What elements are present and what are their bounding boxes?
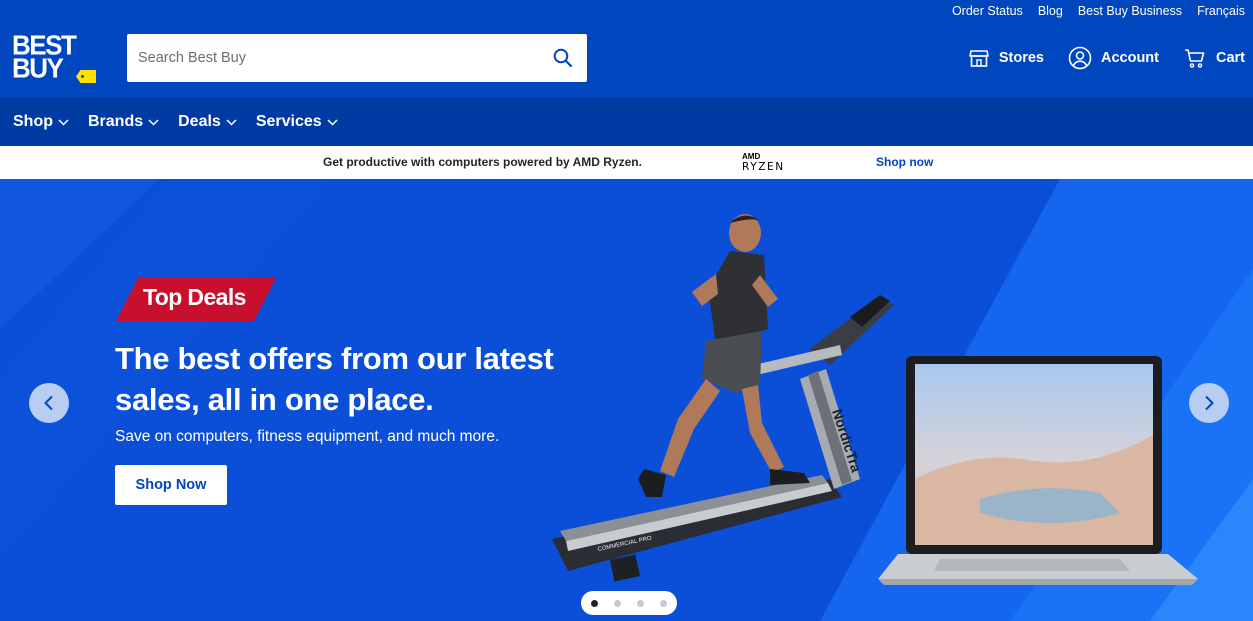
stores-button[interactable]: Stores bbox=[968, 44, 1044, 72]
nav-deals[interactable]: Deals bbox=[178, 113, 237, 131]
carousel-dot-4[interactable] bbox=[660, 599, 667, 607]
main-nav: Shop Brands Deals Services bbox=[0, 98, 1253, 146]
promo-text: Get productive with computers powered by… bbox=[323, 155, 642, 169]
account-icon bbox=[1068, 46, 1092, 70]
account-button[interactable]: Account bbox=[1068, 44, 1159, 72]
language-francais-link[interactable]: Français bbox=[1197, 3, 1245, 19]
nav-deals-label: Deals bbox=[178, 113, 221, 130]
hero-carousel: NordicTra COMMERCIAL PRO Top Deals The b… bbox=[0, 179, 1253, 621]
order-status-link[interactable]: Order Status bbox=[952, 3, 1023, 19]
nav-shop[interactable]: Shop bbox=[13, 113, 69, 131]
nav-brands[interactable]: Brands bbox=[88, 113, 159, 131]
promo-shop-now-link[interactable]: Shop now bbox=[876, 155, 933, 169]
blog-link[interactable]: Blog bbox=[1038, 3, 1063, 19]
utility-nav: Order Status Blog Best Buy Business Fran… bbox=[937, 3, 1245, 19]
hero-headline: The best offers from our latest sales, a… bbox=[115, 341, 554, 417]
cart-icon bbox=[1184, 49, 1205, 68]
best-buy-business-link[interactable]: Best Buy Business bbox=[1078, 3, 1182, 19]
search-box bbox=[127, 34, 587, 82]
hero-subline: Save on computers, fitness equipment, an… bbox=[115, 428, 500, 445]
carousel-dot-2[interactable] bbox=[614, 599, 621, 607]
search-input[interactable] bbox=[127, 34, 539, 82]
carousel-prev-button[interactable] bbox=[29, 383, 69, 423]
ryzen-logo-text: RYZEN bbox=[742, 161, 785, 173]
chevron-down-icon bbox=[327, 118, 338, 126]
nav-services[interactable]: Services bbox=[256, 113, 338, 131]
carousel-dot-3[interactable] bbox=[637, 599, 644, 607]
chevron-down-icon bbox=[58, 118, 69, 126]
hero-shop-now-button[interactable]: Shop Now bbox=[115, 465, 227, 505]
chevron-left-icon bbox=[44, 395, 53, 411]
header-links: Stores Account Cart bbox=[944, 44, 1245, 72]
stores-label: Stores bbox=[998, 50, 1044, 66]
store-icon bbox=[969, 50, 989, 67]
cart-label: Cart bbox=[1215, 50, 1245, 66]
site-header: Order Status Blog Best Buy Business Fran… bbox=[0, 0, 1253, 98]
nav-services-label: Services bbox=[255, 113, 322, 130]
search-icon[interactable] bbox=[539, 34, 587, 82]
nav-shop-label: Shop bbox=[13, 113, 53, 130]
chevron-down-icon bbox=[226, 118, 237, 126]
chevron-down-icon bbox=[148, 118, 159, 126]
carousel-dot-1[interactable] bbox=[591, 599, 598, 607]
promo-banner: Get productive with computers powered by… bbox=[0, 146, 1253, 179]
cart-button[interactable]: Cart bbox=[1183, 44, 1245, 72]
chevron-right-icon bbox=[1205, 395, 1214, 411]
top-deals-badge-label: Top Deals bbox=[143, 284, 246, 310]
amd-logo-text: AMD bbox=[742, 152, 761, 161]
best-buy-logo[interactable]: BEST BUY bbox=[12, 31, 96, 86]
carousel-next-button[interactable] bbox=[1189, 383, 1229, 423]
nav-brands-label: Brands bbox=[88, 113, 144, 130]
carousel-pagination bbox=[581, 591, 677, 615]
account-label: Account bbox=[1100, 50, 1159, 66]
amd-ryzen-logo: AMD RYZEN bbox=[742, 152, 792, 174]
